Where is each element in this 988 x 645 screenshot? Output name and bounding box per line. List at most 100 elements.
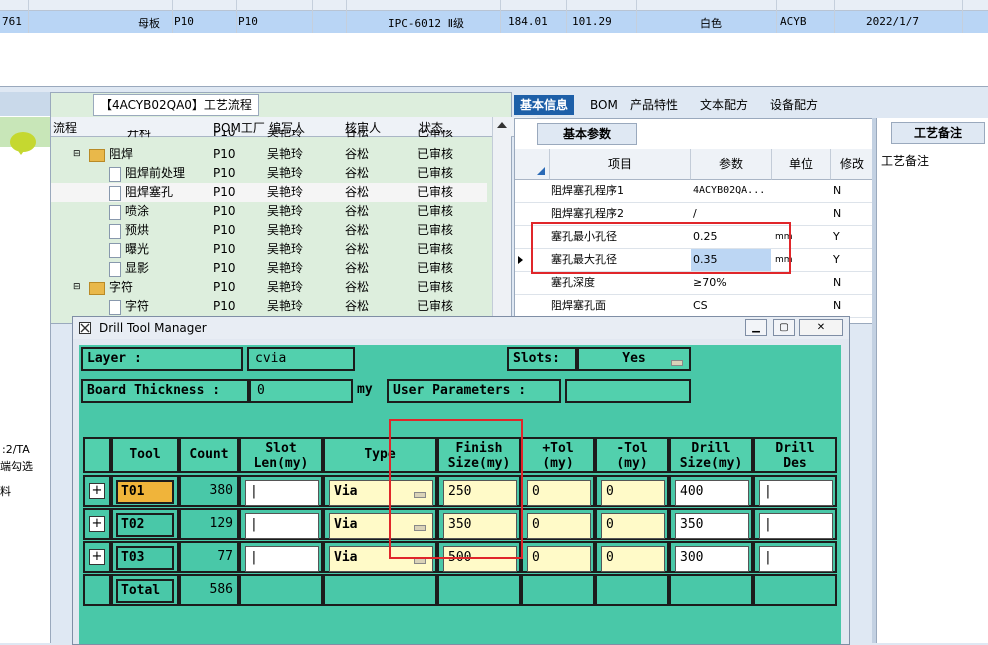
cell: ACYB [780,15,807,28]
user-parameters-field[interactable] [565,379,691,403]
col-plus-tol[interactable]: +Tol (my) [521,437,595,473]
col-unit[interactable]: 单位 [772,149,831,180]
tree-row[interactable]: 喷涂 P10 吴艳玲 谷松 已审核 [51,202,487,221]
tool-button[interactable]: T02 [116,513,174,537]
cell: 2022/1/7 [866,15,919,28]
col-drill-size[interactable]: Drill Size(my) [669,437,753,473]
craft-notes-panel: 工艺备注 工艺备注 [876,118,988,643]
expand-icon[interactable]: + [89,549,105,565]
process-panel-title[interactable]: 【4ACYB02QA0】工艺流程 [93,94,259,116]
plus-tol-field[interactable]: 0 [527,513,591,539]
col-count[interactable]: Count [179,437,239,473]
cell: 184.01 [508,15,548,28]
right-tab-bar: 基本信息 BOM 产品特性 文本配方 设备配方 [514,92,988,116]
document-icon [109,205,121,220]
dialog-title: Drill Tool Manager [99,321,207,335]
tree-row[interactable]: ⊟ 阻焊 P10 吴艳玲 谷松 已审核 [51,145,487,164]
layer-field[interactable]: cvia [247,347,355,371]
drill-des-field[interactable]: | [759,546,833,572]
board-thickness-field[interactable]: 0 [249,379,353,403]
drill-size-field[interactable]: 300 [675,546,749,572]
cell: 母板 [138,17,160,30]
minus-tol-field[interactable]: 0 [601,546,665,572]
expand-icon[interactable]: + [89,483,105,499]
left-strip-text: 料 [0,485,11,498]
document-icon [109,243,121,258]
col-item[interactable]: 项目 [550,149,691,180]
slot-len-field[interactable]: | [245,513,319,539]
document-icon [109,224,121,239]
basic-params-panel: 基本参数 项目 参数 单位 修改 阻焊塞孔程序1 4ACYB02QA... N … [514,118,874,324]
minimize-button[interactable]: ▁ [745,319,767,336]
tab-text-recipe[interactable]: 文本配方 [694,95,754,115]
cell: 761 [2,15,22,28]
tab-basic-info[interactable]: 基本信息 [514,95,575,115]
highlight-box [531,222,791,274]
folder-icon [89,282,105,295]
slot-len-field[interactable]: | [245,480,319,506]
tree-row-selected[interactable]: 阻焊塞孔 P10 吴艳玲 谷松 已审核 [51,183,487,202]
left-strip-band [0,92,50,116]
dialog-titlebar[interactable]: Drill Tool Manager ▁ ▢ ✕ [73,317,849,339]
thickness-unit: my [357,382,373,397]
left-strip-text: 端勾选 [0,460,33,473]
drill-des-field[interactable]: | [759,480,833,506]
expand-icon[interactable]: + [89,516,105,532]
top-grid: 761 母板 P10 P10 IPC-6012 Ⅱ级 184.01 101.29… [0,0,988,87]
slots-select[interactable]: Yes [577,347,691,371]
col-modify[interactable]: 修改 [831,149,874,180]
tab-basic-params[interactable]: 基本参数 [537,123,637,145]
tree-row[interactable]: 开料 P10 吴艳玲 谷松 已审核 [51,130,487,142]
col-param[interactable]: 参数 [691,149,772,180]
row-pointer-icon [518,256,523,264]
col-minus-tol[interactable]: -Tol (my) [595,437,669,473]
tree-row[interactable]: 字符 P10 吴艳玲 谷松 已审核 [51,297,487,316]
plus-tol-field[interactable]: 0 [527,480,591,506]
col-slot-len[interactable]: Slot Len(my) [239,437,323,473]
param-row[interactable]: 塞孔深度 ≥70% N [515,272,873,295]
plus-tol-field[interactable]: 0 [527,546,591,572]
tree-row[interactable]: 阻焊前处理 P10 吴艳玲 谷松 已审核 [51,164,487,183]
slot-len-field[interactable]: | [245,546,319,572]
tree-row[interactable]: 显影 P10 吴艳玲 谷松 已审核 [51,259,487,278]
tab-craft-notes[interactable]: 工艺备注 [891,122,985,144]
drill-des-field[interactable]: | [759,513,833,539]
user-parameters-button[interactable]: User Parameters : [387,379,561,403]
cell: P10 [238,15,258,28]
param-row[interactable]: 阻焊塞孔面 CS N [515,295,873,318]
tree-row[interactable]: ⊟ 字符 P10 吴艳玲 谷松 已审核 [51,278,487,297]
collapse-icon[interactable]: ⊟ [73,145,81,164]
document-icon [109,300,121,315]
document-icon [109,262,121,277]
top-grid-row[interactable]: 761 母板 P10 P10 IPC-6012 Ⅱ级 184.01 101.29… [0,11,988,33]
drill-size-field[interactable]: 350 [675,513,749,539]
drill-size-field[interactable]: 400 [675,480,749,506]
tree-row[interactable]: 预烘 P10 吴艳玲 谷松 已审核 [51,221,487,240]
minus-tol-field[interactable]: 0 [601,480,665,506]
tool-count: 129 [209,516,233,531]
col-drill-des[interactable]: Drill Des [753,437,837,473]
tool-button[interactable]: T01 [116,480,174,504]
minus-tol-field[interactable]: 0 [601,513,665,539]
slots-label: Slots: [507,347,577,371]
process-scrollbar[interactable] [492,117,511,323]
scroll-up-icon[interactable] [497,122,507,128]
tab-product-features[interactable]: 产品特性 [624,95,684,115]
folder-icon [89,149,105,162]
cell: 白色 [700,17,722,30]
comment-bubble-icon[interactable] [10,132,36,155]
tool-button[interactable]: T03 [116,546,174,570]
col-plus [83,437,111,473]
close-button[interactable]: ✕ [799,319,843,336]
board-thickness-label: Board Thickness : [81,379,249,403]
param-row[interactable]: 阻焊塞孔程序1 4ACYB02QA... N [515,180,873,203]
top-grid-header [0,0,988,11]
tree-row[interactable]: 曝光 P10 吴艳玲 谷松 已审核 [51,240,487,259]
tab-bom[interactable]: BOM [584,95,624,115]
maximize-button[interactable]: ▢ [773,319,795,336]
document-icon [109,167,121,182]
collapse-icon[interactable]: ⊟ [73,278,81,297]
col-tool[interactable]: Tool [111,437,179,473]
left-strip-text: :2/TA [2,443,30,456]
tab-equipment-recipe[interactable]: 设备配方 [764,95,824,115]
